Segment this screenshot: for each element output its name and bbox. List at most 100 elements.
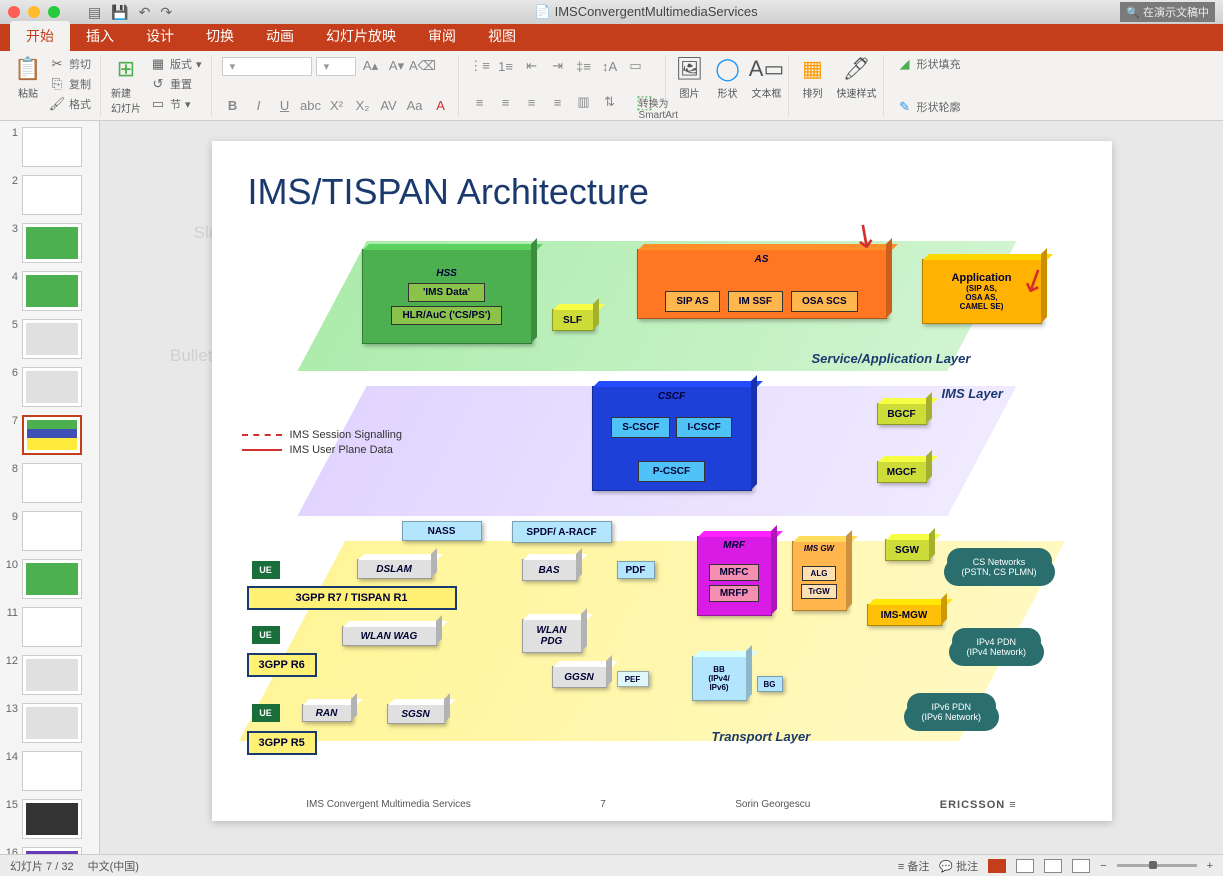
- slide-thumb-6[interactable]: 6: [4, 367, 95, 407]
- tab-animation[interactable]: 动画: [250, 21, 310, 51]
- reading-view-button[interactable]: [1044, 859, 1062, 873]
- cs-networks-cloud[interactable]: CS Networks(PSTN, CS PLMN): [952, 551, 1047, 583]
- comments-button[interactable]: 💬 批注: [939, 858, 978, 874]
- picture-button[interactable]: 🖼图片: [676, 55, 704, 100]
- line-spacing-button[interactable]: ‡≡: [573, 55, 595, 77]
- copy-button[interactable]: ⎘复制: [46, 75, 94, 93]
- char-spacing-button[interactable]: AV: [378, 94, 400, 116]
- thumbnail[interactable]: [22, 559, 82, 599]
- text-direction-button[interactable]: ↕A: [599, 55, 621, 77]
- pef-block[interactable]: PEF: [617, 671, 649, 687]
- maximize-button[interactable]: [48, 6, 60, 18]
- wlan-pdg-block[interactable]: WLAN PDG: [522, 619, 582, 653]
- thumbnail[interactable]: [22, 367, 82, 407]
- thumbnail[interactable]: [22, 319, 82, 359]
- wlan-wag-block[interactable]: WLAN WAG: [342, 626, 437, 646]
- undo-icon[interactable]: ↶: [139, 4, 151, 21]
- slide-thumb-9[interactable]: 9: [4, 511, 95, 551]
- search-box[interactable]: 🔍 在演示文稿中: [1120, 2, 1215, 22]
- thumbnail[interactable]: [22, 463, 82, 503]
- thumbnail[interactable]: [22, 127, 82, 167]
- slide-thumb-13[interactable]: 13: [4, 703, 95, 743]
- normal-view-button[interactable]: [988, 859, 1006, 873]
- bullets-button[interactable]: ⋮≡: [469, 55, 491, 77]
- mrf-block[interactable]: MRF MRFC MRFP: [697, 536, 772, 616]
- pdf-block[interactable]: PDF: [617, 561, 655, 579]
- shape-button[interactable]: ◯形状: [714, 55, 742, 100]
- zoom-out-button[interactable]: −: [1100, 860, 1106, 872]
- ipv6-cloud[interactable]: IPv6 PDN(IPv6 Network): [912, 696, 992, 728]
- thumbnail[interactable]: [22, 175, 82, 215]
- ue-1[interactable]: UE: [252, 561, 280, 579]
- thumbnail[interactable]: [22, 799, 82, 839]
- clear-format-button[interactable]: A⌫: [412, 55, 434, 77]
- increase-indent-button[interactable]: ⇥: [547, 55, 569, 77]
- thumbnail[interactable]: [22, 607, 82, 647]
- slide-title[interactable]: IMS/TISPAN Architecture: [248, 171, 649, 213]
- sgsn-block[interactable]: SGSN: [387, 704, 445, 724]
- r6-label[interactable]: 3GPP R6: [247, 653, 317, 677]
- ran-block[interactable]: RAN: [302, 704, 352, 722]
- notes-button[interactable]: ≡ 备注: [898, 858, 929, 874]
- thumbnail[interactable]: [22, 751, 82, 791]
- font-size-select[interactable]: ▾: [316, 57, 356, 76]
- slide-thumb-11[interactable]: 11: [4, 607, 95, 647]
- bas-block[interactable]: BAS: [522, 559, 577, 581]
- slide-thumb-4[interactable]: 4: [4, 271, 95, 311]
- tab-view[interactable]: 视图: [472, 21, 532, 51]
- align-left-button[interactable]: ≡: [469, 91, 491, 113]
- slide-thumb-3[interactable]: 3: [4, 223, 95, 263]
- ue-2[interactable]: UE: [252, 626, 280, 644]
- ipv4-cloud[interactable]: IPv4 PDN(IPv4 Network): [957, 631, 1037, 663]
- minimize-button[interactable]: [28, 6, 40, 18]
- slf-block[interactable]: SLF: [552, 309, 594, 331]
- r7-label[interactable]: 3GPP R7 / TISPAN R1: [247, 586, 457, 610]
- as-block[interactable]: AS SIP AS IM SSF OSA SCS: [637, 249, 887, 319]
- ue-3[interactable]: UE: [252, 704, 280, 722]
- shape-outline-button[interactable]: ✎形状轮廓: [894, 98, 964, 116]
- bb-block[interactable]: BB (IPv4/ IPv6): [692, 656, 747, 701]
- section-button[interactable]: ▭节 ▾: [147, 95, 205, 113]
- imsgw-block[interactable]: IMS GW ALG TrGW: [792, 541, 847, 611]
- justify-button[interactable]: ≡: [547, 91, 569, 113]
- change-case-button[interactable]: Aa: [404, 94, 426, 116]
- slide-thumb-16[interactable]: 16: [4, 847, 95, 854]
- reset-button[interactable]: ↺重置: [147, 75, 205, 93]
- language-indicator[interactable]: 中文(中国): [88, 858, 139, 874]
- save-icon-2[interactable]: 💾: [111, 4, 128, 21]
- mgcf-block[interactable]: MGCF: [877, 461, 927, 483]
- bold-button[interactable]: B: [222, 94, 244, 116]
- slide-thumb-12[interactable]: 12: [4, 655, 95, 695]
- close-button[interactable]: [8, 6, 20, 18]
- slide-thumb-5[interactable]: 5: [4, 319, 95, 359]
- thumbnail[interactable]: [22, 223, 82, 263]
- sorter-view-button[interactable]: [1016, 859, 1034, 873]
- cut-button[interactable]: ✂剪切: [46, 55, 94, 73]
- r5-label[interactable]: 3GPP R5: [247, 731, 317, 755]
- tab-transition[interactable]: 切换: [190, 21, 250, 51]
- decrease-font-button[interactable]: A▾: [386, 55, 408, 77]
- arrange-button[interactable]: ▦排列: [799, 55, 827, 100]
- slide-thumb-7[interactable]: 7: [4, 415, 95, 455]
- shape-fill-button[interactable]: ◢形状填充: [894, 55, 964, 73]
- subscript-button[interactable]: X₂: [352, 94, 374, 116]
- tab-review[interactable]: 审阅: [412, 21, 472, 51]
- zoom-slider[interactable]: [1117, 864, 1197, 867]
- spdf-block[interactable]: SPDF/ A-RACF: [512, 521, 612, 543]
- format-painter-button[interactable]: 🖌格式: [46, 95, 94, 113]
- bgcf-block[interactable]: BGCF: [877, 403, 927, 425]
- underline-button[interactable]: U: [274, 94, 296, 116]
- cscf-block[interactable]: CSCF S-CSCF I-CSCF P-CSCF: [592, 386, 752, 491]
- tab-insert[interactable]: 插入: [70, 21, 130, 51]
- nass-block[interactable]: NASS: [402, 521, 482, 541]
- zoom-in-button[interactable]: +: [1207, 860, 1213, 872]
- slide-canvas[interactable]: IMS/TISPAN Architecture HSS 'IMS Data' H…: [212, 141, 1112, 821]
- thumbnail[interactable]: [22, 415, 82, 455]
- font-color-button[interactable]: A: [430, 94, 452, 116]
- slide-thumb-10[interactable]: 10: [4, 559, 95, 599]
- font-family-select[interactable]: ▾: [222, 57, 312, 76]
- sgw-block[interactable]: SGW: [885, 539, 930, 561]
- italic-button[interactable]: I: [248, 94, 270, 116]
- text-direction-2-button[interactable]: ⇅: [599, 91, 621, 113]
- slide-thumb-15[interactable]: 15: [4, 799, 95, 839]
